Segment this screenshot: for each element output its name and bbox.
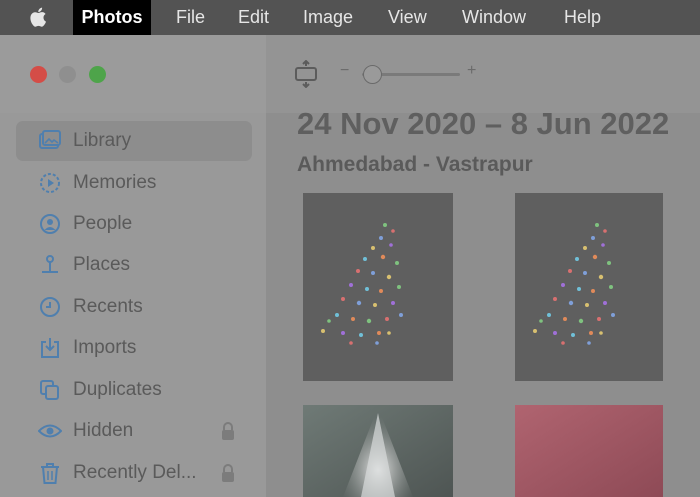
hidden-icon xyxy=(38,424,62,438)
sidebar-item-hidden[interactable]: Hidden xyxy=(16,411,252,451)
close-button[interactable] xyxy=(30,66,47,83)
sidebar-item-places[interactable]: Places xyxy=(16,245,252,285)
sidebar-item-library[interactable]: Library xyxy=(16,121,252,161)
recents-icon xyxy=(40,297,60,317)
zoom-button[interactable] xyxy=(89,66,106,83)
sidebar-item-label: Recently Del... xyxy=(73,462,197,483)
photo-thumbnail[interactable] xyxy=(515,193,663,381)
sidebar-item-label: People xyxy=(73,213,133,234)
duplicates-icon xyxy=(40,380,59,400)
menu-image[interactable]: Image xyxy=(303,7,353,27)
places-icon xyxy=(42,255,58,273)
sidebar-item-label: Recents xyxy=(73,296,143,317)
sidebar-item-label: Memories xyxy=(73,172,157,193)
menu-edit[interactable]: Edit xyxy=(238,7,269,27)
sidebar-item-label: Duplicates xyxy=(73,379,162,400)
lock-icon xyxy=(222,464,234,482)
sidebar-item-recently-deleted[interactable]: Recently Del... xyxy=(16,453,252,493)
sidebar-item-imports[interactable]: Imports xyxy=(16,328,252,368)
aspect-toggle-icon[interactable] xyxy=(293,60,319,88)
menu-bar: Photos File Edit Image View Window Help xyxy=(0,0,700,35)
sidebar-item-people[interactable]: People xyxy=(16,204,252,244)
zoom-plus[interactable]: + xyxy=(467,62,476,80)
menu-photos[interactable]: Photos xyxy=(73,0,151,35)
photo-thumbnail[interactable] xyxy=(303,405,453,497)
minimize-button[interactable] xyxy=(59,66,76,83)
sidebar-item-label: Places xyxy=(73,254,131,275)
memories-icon xyxy=(40,173,60,193)
sidebar-item-recents[interactable]: Recents xyxy=(16,287,252,327)
menu-window[interactable]: Window xyxy=(462,7,526,27)
lock-icon xyxy=(222,422,234,440)
zoom-slider-thumb[interactable] xyxy=(363,65,382,84)
sidebar-item-memories[interactable]: Memories xyxy=(16,163,252,203)
photo-thumbnail[interactable] xyxy=(303,193,453,381)
trash-icon xyxy=(41,463,59,484)
imports-icon xyxy=(41,338,59,358)
sidebar-item-duplicates[interactable]: Duplicates xyxy=(16,370,252,410)
library-icon xyxy=(39,130,61,149)
people-icon xyxy=(40,214,60,234)
menu-help[interactable]: Help xyxy=(564,7,601,27)
sidebar-item-label: Hidden xyxy=(73,420,134,441)
sidebar-item-label: Library xyxy=(73,130,132,151)
apple-logo-icon[interactable] xyxy=(28,5,50,29)
sidebar-item-label: Imports xyxy=(73,337,137,358)
menu-file[interactable]: File xyxy=(176,7,205,27)
zoom-minus[interactable]: − xyxy=(340,62,349,80)
date-range-title: 24 Nov 2020 – 8 Jun 2022 xyxy=(297,106,670,141)
menu-view[interactable]: View xyxy=(388,7,427,27)
location-subtitle: Ahmedabad - Vastrapur xyxy=(297,153,533,176)
photo-thumbnail[interactable] xyxy=(515,405,663,497)
